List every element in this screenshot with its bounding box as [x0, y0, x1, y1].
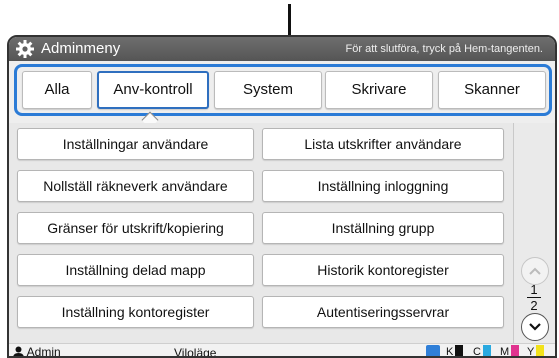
- user-icon: [13, 346, 24, 356]
- status-bar: Admin Viloläge K C M Y: [9, 343, 555, 358]
- ink-label-m: M: [500, 346, 510, 358]
- login-setting-button[interactable]: Inställning inloggning: [262, 170, 504, 202]
- tab-skanner[interactable]: Skanner: [438, 71, 546, 109]
- ink-swatch-c: [482, 345, 491, 356]
- tab-system[interactable]: System: [214, 71, 322, 109]
- user-print-list-button[interactable]: Lista utskrifter användare: [262, 128, 504, 160]
- current-page: 1: [530, 282, 538, 297]
- title-bar: Adminmeny För att slutföra, tryck på Hem…: [9, 37, 555, 61]
- ink-level-magenta: M: [500, 345, 520, 358]
- tab-anv-kontroll[interactable]: Anv-kontroll: [97, 71, 209, 109]
- tab-alla[interactable]: Alla: [22, 71, 92, 109]
- user-name: Admin: [26, 345, 61, 358]
- print-copy-limits-button[interactable]: Gränser för utskrift/kopiering: [17, 212, 254, 244]
- page-indicator: 1 2: [514, 283, 554, 312]
- auth-servers-button[interactable]: Autentiseringsservrar: [262, 296, 504, 328]
- ink-label-y: Y: [527, 346, 535, 358]
- logged-in-user[interactable]: Admin: [13, 345, 61, 358]
- ink-swatch-k: [455, 345, 464, 356]
- page-title: Adminmeny: [41, 40, 121, 57]
- sleep-mode-status: Viloläge: [174, 346, 217, 358]
- ink-swatch-y: [536, 345, 545, 356]
- shared-folder-setting-button[interactable]: Inställning delad mapp: [17, 254, 254, 286]
- ink-label-c: C: [473, 346, 481, 358]
- scroll-up-button[interactable]: [521, 257, 549, 285]
- account-register-history-button[interactable]: Historik kontoregister: [262, 254, 504, 286]
- ink-refresh-icon[interactable]: [426, 345, 440, 356]
- ink-level-black: K: [446, 345, 464, 358]
- ink-swatch-m: [511, 345, 520, 356]
- reset-user-counter-button[interactable]: Nollställ räkneverk användare: [17, 170, 254, 202]
- ink-level-cyan: C: [473, 345, 491, 358]
- tab-skrivare[interactable]: Skrivare: [325, 71, 433, 109]
- chevron-down-icon: [529, 323, 541, 331]
- chevron-up-icon: [529, 267, 541, 275]
- menu-grid: Inställningar användare Nollställ räknev…: [9, 123, 555, 343]
- ink-level-yellow: Y: [527, 345, 545, 358]
- group-setting-button[interactable]: Inställning grupp: [262, 212, 504, 244]
- user-settings-button[interactable]: Inställningar användare: [17, 128, 254, 160]
- page-scroll-column: 1 2: [513, 123, 555, 343]
- scroll-down-button[interactable]: [521, 313, 549, 341]
- ink-label-k: K: [446, 346, 454, 358]
- total-pages: 2: [530, 298, 538, 313]
- admin-menu-panel: Adminmeny För att slutföra, tryck på Hem…: [7, 35, 557, 358]
- account-register-setting-button[interactable]: Inställning kontoregister: [17, 296, 254, 328]
- category-tab-bar: Alla Anv-kontroll System Skrivare Skanne…: [9, 61, 555, 129]
- home-key-hint: För att slutföra, tryck på Hem-tangenten…: [345, 43, 543, 55]
- gear-icon: [16, 40, 34, 58]
